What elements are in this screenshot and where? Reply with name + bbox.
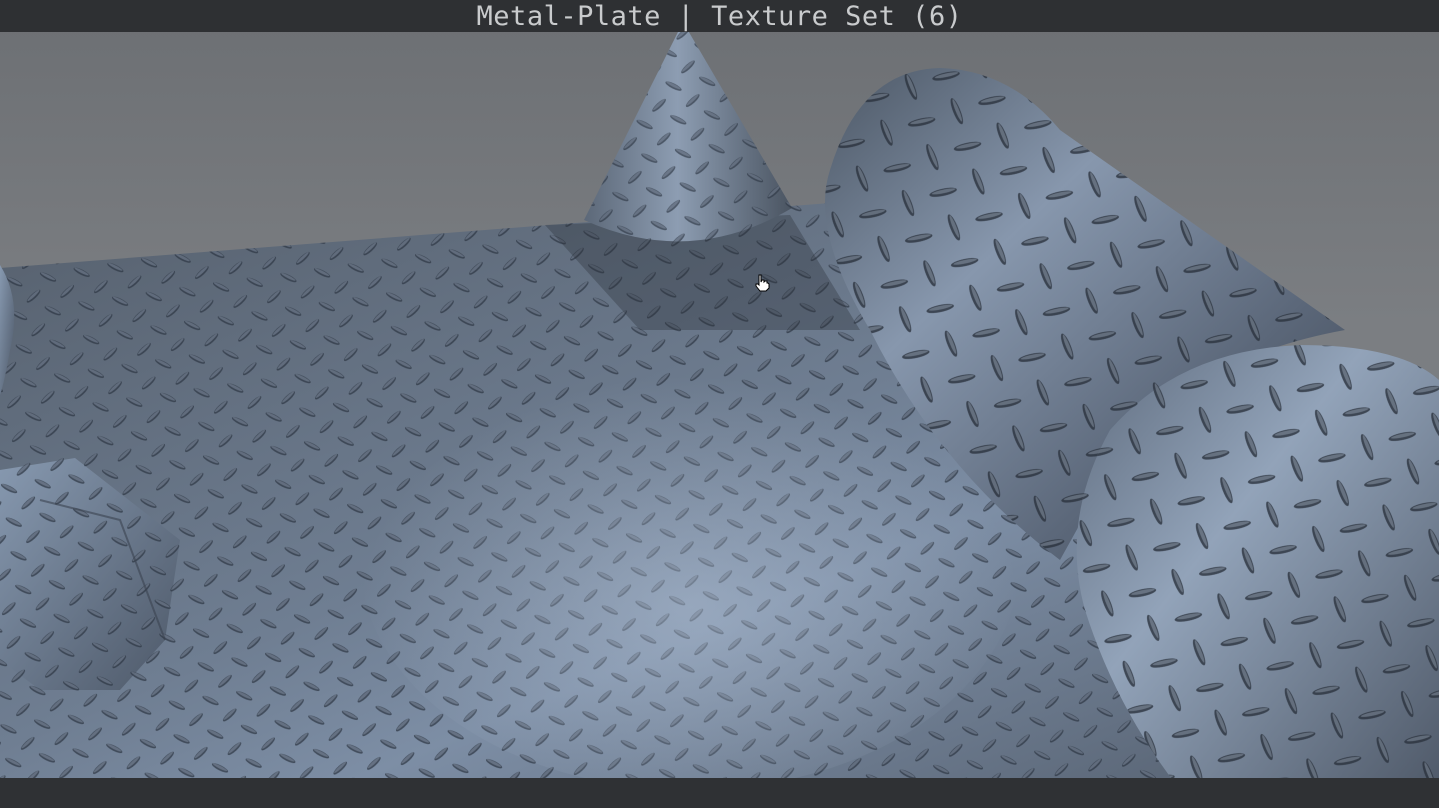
hand-pointer-icon bbox=[755, 274, 770, 292]
scene-render[interactable] bbox=[0, 0, 1439, 808]
status-bar bbox=[0, 778, 1439, 808]
cone-mesh bbox=[584, 22, 792, 242]
3d-viewport[interactable]: Metal-Plate | Texture Set (6) bbox=[0, 0, 1439, 808]
window-title: Metal-Plate | Texture Set (6) bbox=[0, 0, 1439, 32]
